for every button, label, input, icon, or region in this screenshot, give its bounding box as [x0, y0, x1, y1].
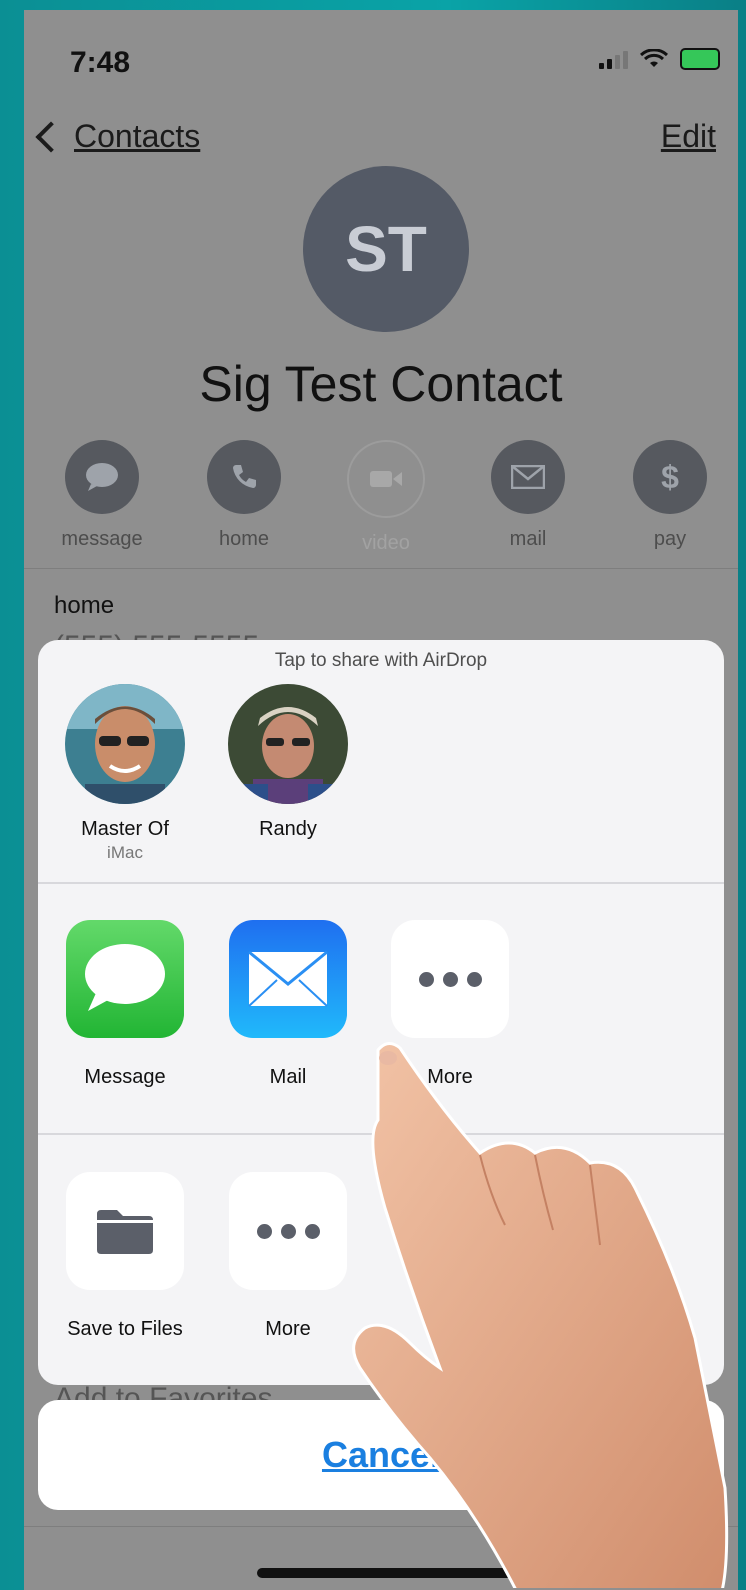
phone-icon: [207, 440, 281, 514]
back-to-contacts-button[interactable]: Contacts: [35, 118, 201, 155]
more-dots-icon: [391, 920, 509, 1038]
airdrop-person-randy[interactable]: Randy: [223, 684, 353, 841]
action-label: pay: [653, 528, 687, 550]
person-name: Randy: [259, 818, 317, 840]
app-label: More: [427, 1066, 473, 1088]
cancel-label: Cancel: [321, 1434, 441, 1475]
section-divider: [38, 882, 724, 884]
video-action-button[interactable]: video: [341, 440, 431, 555]
envelope-icon: [491, 440, 565, 514]
share-app-message[interactable]: Message: [55, 920, 195, 1089]
action-label: mail: [509, 528, 547, 550]
message-bubble-icon: [65, 440, 139, 514]
status-time: 7:48: [70, 46, 131, 79]
phone-screen: 7:48 Contacts Edit ST Sig Test Contact m…: [24, 10, 738, 1590]
action-label: home: [218, 528, 270, 550]
home-indicator[interactable]: [257, 1568, 517, 1578]
app-label: Mail: [269, 1066, 307, 1088]
chevron-left-icon: [35, 120, 67, 153]
phone-field-label: home: [54, 592, 115, 619]
folder-icon: [66, 1172, 184, 1290]
more-dots-icon: [229, 1172, 347, 1290]
video-camera-icon: [347, 440, 425, 518]
edit-button[interactable]: Edit: [661, 118, 716, 155]
dollar-icon: $: [633, 440, 707, 514]
cellular-signal-icon: [599, 49, 628, 69]
pay-action-button[interactable]: $ pay: [625, 440, 715, 551]
mail-action-button[interactable]: mail: [483, 440, 573, 551]
action-label: video: [362, 532, 410, 554]
airdrop-person-master-of[interactable]: Master Of iMac: [60, 684, 190, 863]
action-label: More: [265, 1318, 311, 1340]
share-app-mail[interactable]: Mail: [218, 920, 358, 1089]
divider: [24, 568, 738, 569]
action-label: Save to Files: [67, 1318, 183, 1340]
status-icons: [599, 48, 720, 70]
battery-charging-icon: [680, 48, 720, 70]
airdrop-title: Tap to share with AirDrop: [274, 650, 488, 671]
cancel-button[interactable]: Cancel: [38, 1400, 724, 1510]
section-divider: [38, 1133, 724, 1135]
person-device: iMac: [107, 843, 143, 862]
person-avatar: [228, 684, 348, 804]
message-action-button[interactable]: message: [57, 440, 147, 551]
contact-name: Sig Test Contact: [199, 356, 563, 412]
contact-avatar: ST: [303, 166, 469, 332]
call-home-action-button[interactable]: home: [199, 440, 289, 551]
share-actions-more[interactable]: More: [218, 1172, 358, 1341]
mail-app-icon: [229, 920, 347, 1038]
save-to-files-button[interactable]: Save to Files: [55, 1172, 195, 1341]
app-label: Message: [84, 1066, 166, 1088]
divider: [24, 1526, 738, 1527]
back-label: Contacts: [74, 118, 201, 154]
wifi-icon: [640, 49, 668, 67]
action-label: message: [61, 528, 143, 550]
person-avatar: [65, 684, 185, 804]
share-app-more[interactable]: More: [380, 920, 520, 1089]
messages-app-icon: [66, 920, 184, 1038]
share-sheet: Tap to share with AirDrop Master Of iMac: [38, 640, 724, 1385]
person-name: Master Of: [81, 818, 169, 840]
